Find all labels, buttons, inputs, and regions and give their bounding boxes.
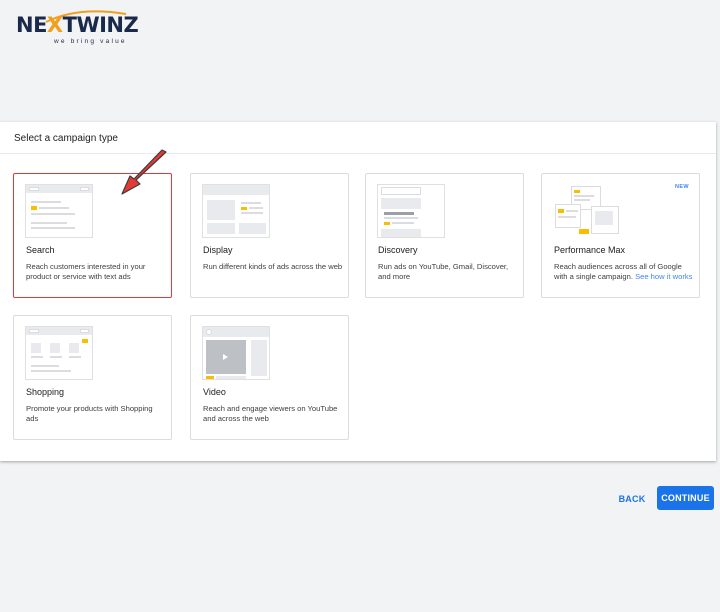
card-description: Run different kinds of ads across the we… [203, 262, 343, 271]
video-illustration-icon [202, 326, 270, 380]
red-arrow-icon [121, 149, 167, 195]
card-title: Shopping [26, 387, 65, 397]
search-illustration-icon [25, 184, 93, 238]
panel-divider [0, 153, 716, 154]
panel-title: Select a campaign type [14, 133, 118, 144]
card-description: Reach and engage viewers on YouTube and … [203, 404, 338, 423]
card-description: Reach audiences across all of Google wit… [554, 262, 694, 281]
see-how-it-works-link[interactable]: See how it works [635, 272, 692, 281]
discovery-illustration-icon [377, 184, 445, 238]
shopping-illustration-icon [25, 326, 93, 380]
campaign-card-performance-max[interactable]: NEW Performance Max Reach audiences acro… [541, 173, 700, 298]
card-title: Performance Max [554, 245, 626, 255]
card-title: Video [203, 387, 226, 397]
campaign-card-video[interactable]: Video Reach and engage viewers on YouTub… [190, 315, 349, 440]
campaign-type-panel: Select a campaign type Search Reach cust… [0, 122, 716, 461]
campaign-card-shopping[interactable]: Shopping Promote your products with Shop… [13, 315, 172, 440]
new-badge: NEW [674, 184, 689, 190]
performance-max-illustration-icon [553, 184, 621, 238]
campaign-card-discovery[interactable]: Discovery Run ads on YouTube, Gmail, Dis… [365, 173, 524, 298]
continue-button[interactable]: CONTINUE [657, 486, 714, 510]
card-description: Reach customers interested in your produ… [26, 262, 146, 281]
logo-tagline: we bring value [54, 38, 127, 45]
card-title: Search [26, 245, 55, 255]
card-description: Promote your products with Shopping ads [26, 404, 153, 423]
logo: NEXTWINZ we bring value [16, 10, 139, 48]
display-illustration-icon [202, 184, 270, 238]
card-title: Discovery [378, 245, 418, 255]
campaign-card-display[interactable]: Display Run different kinds of ads acros… [190, 173, 349, 298]
back-button[interactable]: BACK [612, 489, 652, 509]
logo-swoosh-icon [45, 10, 127, 23]
play-icon [223, 354, 228, 360]
card-title: Display [203, 245, 233, 255]
card-description: Run ads on YouTube, Gmail, Discover, and… [378, 262, 509, 281]
